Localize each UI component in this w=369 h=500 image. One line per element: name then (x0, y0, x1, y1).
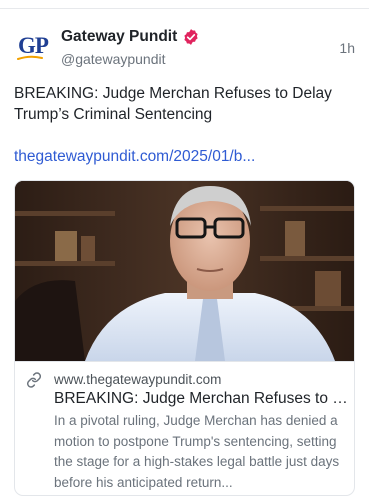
author-name[interactable]: Gateway Pundit (61, 28, 177, 46)
author-row: Gateway Pundit (61, 28, 200, 46)
social-post[interactable]: GP Gateway Pundit @gatewaypundit 1h BREA… (0, 0, 369, 500)
post-text: BREAKING: Judge Merchan Refuses to Delay… (14, 85, 332, 123)
card-description: In a pivotal ruling, Judge Merchan has d… (54, 413, 340, 490)
card-thumbnail-image (15, 181, 354, 361)
card-domain: www.thegatewaypundit.com (54, 372, 222, 387)
post-link[interactable]: thegatewaypundit.com/2025/01/b... (14, 146, 304, 167)
avatar[interactable]: GP (14, 28, 52, 66)
author-handle[interactable]: @gatewaypundit (61, 50, 166, 68)
avatar-swoosh-icon (17, 55, 43, 60)
card-divider (15, 361, 354, 362)
post-timestamp: 1h (339, 40, 355, 56)
link-preview-card[interactable]: www.thegatewaypundit.com BREAKING: Judge… (14, 180, 355, 496)
card-domain-row: www.thegatewaypundit.com (26, 371, 221, 389)
link-chain-icon (26, 372, 42, 388)
verified-badge-icon (184, 29, 198, 45)
card-title[interactable]: BREAKING: Judge Merchan Refuses to Delay… (54, 389, 348, 409)
